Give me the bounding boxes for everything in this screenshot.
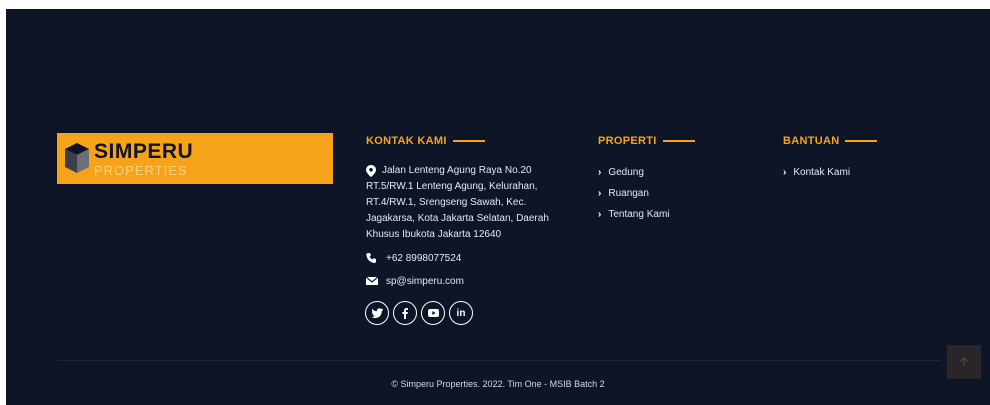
properti-heading-label: PROPERTI	[598, 135, 657, 147]
linkedin-icon[interactable]: in	[449, 301, 473, 325]
contact-heading: KONTAK KAMI	[366, 135, 485, 147]
phone-icon	[366, 253, 376, 264]
email-text: sp@simperu.com	[386, 276, 464, 287]
youtube-icon[interactable]	[421, 301, 445, 325]
address-block: Jalan Lenteng Agung Raya No.20 RT.5/RW.1…	[366, 163, 571, 243]
logo-subtitle: PROPERTIES	[94, 163, 188, 178]
chevron-right-icon: ›	[598, 188, 602, 199]
phone-text: +62 8998077524	[386, 253, 462, 264]
chevron-right-icon: ›	[598, 167, 602, 178]
heading-underline	[452, 140, 485, 143]
brand-logo[interactable]: SIMPERU PROPERTIES	[57, 133, 333, 184]
bantuan-links: › Kontak Kami	[783, 166, 850, 187]
footer-link-kontak-kami[interactable]: › Kontak Kami	[783, 166, 850, 187]
footer-link-tentang-kami[interactable]: › Tentang Kami	[598, 208, 670, 229]
properti-heading: PROPERTI	[598, 135, 695, 147]
bantuan-heading: BANTUAN	[783, 135, 878, 147]
copyright-text: © Simperu Properties. 2022. Tim One - MS…	[391, 379, 605, 389]
chevron-right-icon: ›	[598, 209, 602, 220]
phone-row[interactable]: +62 8998077524	[366, 253, 461, 264]
map-pin-icon	[366, 165, 376, 177]
arrow-up-icon	[960, 357, 968, 366]
logo-cube-icon	[65, 143, 89, 173]
address-text: Jalan Lenteng Agung Raya No.20 RT.5/RW.1…	[366, 165, 549, 240]
bantuan-heading-label: BANTUAN	[783, 135, 840, 147]
heading-underline	[662, 140, 695, 143]
back-to-top-button[interactable]	[947, 345, 981, 379]
properti-links: › Gedung › Ruangan › Tentang Kami	[598, 166, 670, 229]
envelope-icon	[366, 276, 378, 286]
facebook-icon[interactable]	[393, 301, 417, 325]
footer-divider	[57, 360, 940, 361]
email-row[interactable]: sp@simperu.com	[366, 276, 464, 287]
footer-link-ruangan[interactable]: › Ruangan	[598, 187, 670, 208]
logo-title: SIMPERU	[94, 140, 194, 163]
chevron-right-icon: ›	[783, 167, 787, 178]
heading-underline	[845, 140, 878, 143]
contact-heading-label: KONTAK KAMI	[366, 135, 447, 147]
site-footer: SIMPERU PROPERTIES KONTAK KAMI Jalan Len…	[6, 9, 990, 405]
footer-link-gedung[interactable]: › Gedung	[598, 166, 670, 187]
twitter-icon[interactable]	[365, 301, 389, 325]
